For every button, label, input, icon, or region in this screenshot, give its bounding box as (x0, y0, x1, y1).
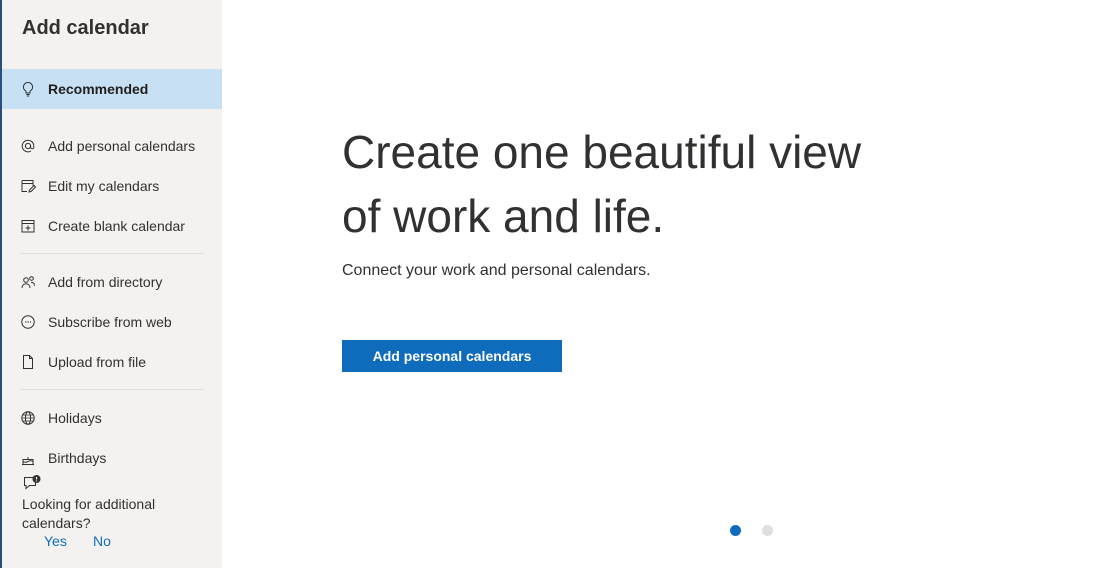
sidebar-item-label: Upload from file (48, 354, 147, 370)
cake-icon (20, 450, 36, 466)
feedback-icon (22, 474, 42, 494)
sidebar-item-add-from-directory[interactable]: Add from directory (2, 262, 222, 302)
feedback-question: Looking for additional calendars? (22, 496, 156, 531)
carousel-dot-2[interactable] (762, 525, 773, 536)
sidebar-item-upload-from-file[interactable]: Upload from file (2, 342, 222, 382)
sidebar-item-label: Add personal calendars (48, 138, 196, 154)
sidebar-item-edit-my-calendars[interactable]: Edit my calendars (2, 166, 222, 206)
sidebar-item-label: Edit my calendars (48, 178, 160, 194)
sidebar-divider (20, 389, 204, 390)
sidebar: Add calendar Recommended Add personal ca… (2, 0, 222, 568)
feedback-no-link[interactable]: No (93, 533, 111, 549)
sidebar-item-label: Holidays (48, 410, 102, 426)
sidebar-item-holidays[interactable]: Holidays (2, 398, 222, 438)
headline: Create one beautiful view of work and li… (342, 126, 862, 242)
lightbulb-icon (20, 81, 36, 97)
main-panel: Create one beautiful view of work and li… (222, 0, 1108, 568)
carousel-dot-1[interactable] (730, 525, 741, 536)
sidebar-item-create-blank-calendar[interactable]: Create blank calendar (2, 206, 222, 246)
subtext: Connect your work and personal calendars… (342, 262, 651, 279)
add-personal-calendars-button[interactable]: Add personal calendars (342, 340, 562, 372)
sidebar-item-recommended[interactable]: Recommended (2, 69, 222, 109)
edit-calendar-icon (20, 178, 36, 194)
add-calendar-dialog: Add calendar Recommended Add personal ca… (0, 0, 1108, 568)
sidebar-item-label: Create blank calendar (48, 218, 185, 234)
sidebar-item-label: Add from directory (48, 274, 163, 290)
link-circle-icon (20, 314, 36, 330)
sidebar-item-birthdays[interactable]: Birthdays (2, 438, 222, 478)
sidebar-item-label: Birthdays (48, 450, 107, 466)
globe-icon (20, 410, 36, 426)
sidebar-item-add-personal-calendars[interactable]: Add personal calendars (2, 126, 222, 166)
sidebar-divider (20, 253, 204, 254)
people-icon (20, 274, 36, 290)
sidebar-item-subscribe-from-web[interactable]: Subscribe from web (2, 302, 222, 342)
document-icon (20, 354, 36, 370)
sidebar-title: Add calendar (22, 17, 149, 39)
feedback-yes-link[interactable]: Yes (44, 533, 67, 549)
sidebar-item-label: Subscribe from web (48, 314, 172, 330)
add-calendar-icon (20, 218, 36, 234)
sidebar-item-label: Recommended (48, 81, 149, 97)
at-sign-icon (20, 138, 36, 154)
